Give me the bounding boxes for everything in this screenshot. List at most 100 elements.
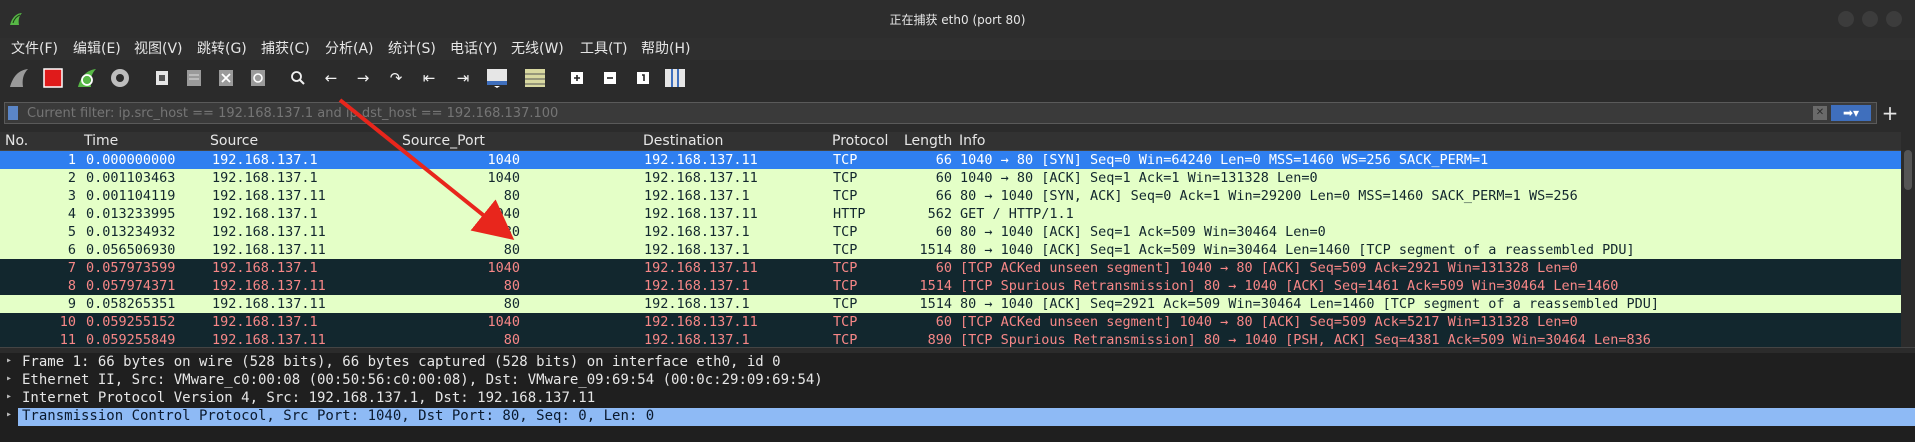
- zoom-out-button[interactable]: [597, 66, 623, 90]
- menu-capture[interactable]: 捕获(C): [261, 39, 310, 59]
- cell-time: 0.059255849: [86, 332, 176, 347]
- cell-protocol: TCP: [833, 170, 858, 186]
- close-file-button[interactable]: [213, 66, 239, 90]
- column-source[interactable]: Source: [210, 133, 258, 149]
- display-filter-bar: ✕ ➡▾: [4, 102, 1877, 124]
- column-protocol[interactable]: Protocol: [832, 133, 888, 149]
- packet-row[interactable]: 5 0.013234932 192.168.137.11 80 192.168.…: [0, 223, 1901, 241]
- packet-row[interactable]: 1 0.000000000 192.168.137.1 1040 192.168…: [0, 151, 1901, 169]
- title-bar: 正在捕获 eth0 (port 80): [0, 0, 1915, 38]
- gear-icon: [111, 69, 129, 87]
- find-packet-button[interactable]: [285, 66, 311, 90]
- restart-capture-button[interactable]: [74, 66, 100, 90]
- go-back-button[interactable]: ←: [318, 66, 344, 90]
- packet-row[interactable]: 10 0.059255152 192.168.137.1 1040 192.16…: [0, 313, 1901, 331]
- column-no[interactable]: No.: [5, 133, 28, 149]
- stop-capture-button[interactable]: [40, 66, 66, 90]
- cell-time: 0.056506930: [86, 242, 176, 258]
- first-packet-button[interactable]: ⇤: [416, 66, 442, 90]
- column-destination[interactable]: Destination: [643, 133, 723, 149]
- menu-analyze[interactable]: 分析(A): [325, 39, 374, 59]
- cell-time: 0.057974371: [86, 278, 176, 294]
- menu-edit[interactable]: 编辑(E): [73, 39, 121, 59]
- expand-arrow-icon[interactable]: ▸: [6, 355, 12, 366]
- cell-time: 0.059255152: [86, 314, 176, 330]
- menu-help[interactable]: 帮助(H): [641, 39, 690, 59]
- start-capture-button[interactable]: [6, 66, 32, 90]
- filter-bookmark-icon[interactable]: [8, 106, 18, 120]
- tree-item-tcp[interactable]: ▸ Transmission Control Protocol, Src Por…: [0, 408, 1915, 426]
- packet-row[interactable]: 3 0.001104119 192.168.137.11 80 192.168.…: [0, 187, 1901, 205]
- packet-row[interactable]: 2 0.001103463 192.168.137.1 1040 192.168…: [0, 169, 1901, 187]
- expand-arrow-icon[interactable]: ▸: [6, 391, 12, 402]
- packet-details-tree: ▸ Frame 1: 66 bytes on wire (528 bits), …: [0, 353, 1915, 442]
- menu-telephony[interactable]: 电话(Y): [450, 39, 497, 59]
- menu-go[interactable]: 跳转(G): [197, 39, 247, 59]
- expand-arrow-icon[interactable]: ▸: [6, 373, 12, 384]
- menu-statistics[interactable]: 统计(S): [388, 39, 436, 59]
- scrollbar-thumb[interactable]: [1904, 150, 1912, 190]
- tree-item-ethernet[interactable]: ▸ Ethernet II, Src: VMware_c0:00:08 (00:…: [0, 372, 1915, 390]
- save-icon: [187, 70, 201, 86]
- colorize-button[interactable]: [522, 66, 548, 90]
- save-file-button[interactable]: [181, 66, 207, 90]
- cell-source: 192.168.137.1: [212, 314, 318, 330]
- first-packet-icon: ⇤: [422, 69, 436, 87]
- cell-source-port: 80: [503, 188, 520, 204]
- add-filter-button-icon[interactable]: +: [1878, 101, 1902, 125]
- go-to-packet-button[interactable]: ↷: [383, 66, 409, 90]
- cell-no: 8: [67, 278, 76, 294]
- cell-length: 1514: [919, 278, 952, 294]
- cell-source-port: 1040: [487, 314, 520, 330]
- cell-length: 562: [927, 206, 952, 222]
- open-file-button[interactable]: [149, 66, 175, 90]
- packet-list-scrollbar[interactable]: [1901, 132, 1915, 347]
- last-packet-button[interactable]: ⇥: [450, 66, 476, 90]
- maximize-button[interactable]: [1862, 11, 1878, 27]
- packet-row[interactable]: 6 0.056506930 192.168.137.11 80 192.168.…: [0, 241, 1901, 259]
- column-length[interactable]: Length: [904, 133, 952, 149]
- tree-item-ipv4[interactable]: ▸ Internet Protocol Version 4, Src: 192.…: [0, 390, 1915, 408]
- resize-columns-button[interactable]: [662, 66, 688, 90]
- reload-file-button[interactable]: [245, 66, 271, 90]
- expand-arrow-icon[interactable]: ▸: [6, 409, 12, 420]
- apply-filter-button[interactable]: ➡▾: [1831, 105, 1871, 121]
- normal-size-button[interactable]: [630, 66, 656, 90]
- go-forward-button[interactable]: →: [350, 66, 376, 90]
- auto-scroll-button[interactable]: [484, 66, 510, 90]
- menu-wireless[interactable]: 无线(W): [511, 39, 564, 59]
- cell-destination: 192.168.137.11: [644, 260, 758, 276]
- minimize-button[interactable]: [1838, 11, 1854, 27]
- tree-item-label: Transmission Control Protocol, Src Port:…: [22, 408, 655, 424]
- packet-row[interactable]: 9 0.058265351 192.168.137.11 80 192.168.…: [0, 295, 1901, 313]
- tree-item-frame[interactable]: ▸ Frame 1: 66 bytes on wire (528 bits), …: [0, 354, 1915, 372]
- zoom-out-icon: [604, 72, 616, 84]
- cell-destination: 192.168.137.11: [644, 206, 758, 222]
- capture-options-button[interactable]: [107, 66, 133, 90]
- cell-info: [TCP ACKed unseen segment] 1040 → 80 [AC…: [960, 260, 1578, 276]
- cell-destination: 192.168.137.11: [644, 314, 758, 330]
- cell-protocol: HTTP: [833, 206, 866, 222]
- packet-row[interactable]: 7 0.057973599 192.168.137.1 1040 192.168…: [0, 259, 1901, 277]
- column-info[interactable]: Info: [959, 133, 986, 149]
- packet-row[interactable]: 4 0.013233995 192.168.137.1 1040 192.168…: [0, 205, 1901, 223]
- packet-row[interactable]: 11 0.059255849 192.168.137.11 80 192.168…: [0, 331, 1901, 347]
- menu-view[interactable]: 视图(V): [134, 39, 183, 59]
- menu-tools[interactable]: 工具(T): [580, 39, 627, 59]
- cell-info: 1040 → 80 [ACK] Seq=1 Ack=1 Win=131328 L…: [960, 170, 1318, 186]
- zoom-in-button[interactable]: [564, 66, 590, 90]
- cell-info: [TCP ACKed unseen segment] 1040 → 80 [AC…: [960, 314, 1578, 330]
- cell-length: 60: [935, 170, 952, 186]
- column-time[interactable]: Time: [84, 133, 118, 149]
- menu-file[interactable]: 文件(F): [11, 39, 58, 59]
- file-open-icon: [156, 71, 168, 85]
- clear-filter-icon[interactable]: ✕: [1813, 106, 1827, 120]
- packet-row[interactable]: 8 0.057974371 192.168.137.11 80 192.168.…: [0, 277, 1901, 295]
- cell-source-port: 80: [503, 296, 520, 312]
- close-button[interactable]: [1886, 11, 1902, 27]
- cell-no: 5: [67, 224, 76, 240]
- cell-time: 0.058265351: [86, 296, 176, 312]
- display-filter-input[interactable]: [27, 104, 1807, 122]
- cell-protocol: TCP: [833, 242, 858, 258]
- column-source-port[interactable]: Source_Port: [402, 133, 485, 149]
